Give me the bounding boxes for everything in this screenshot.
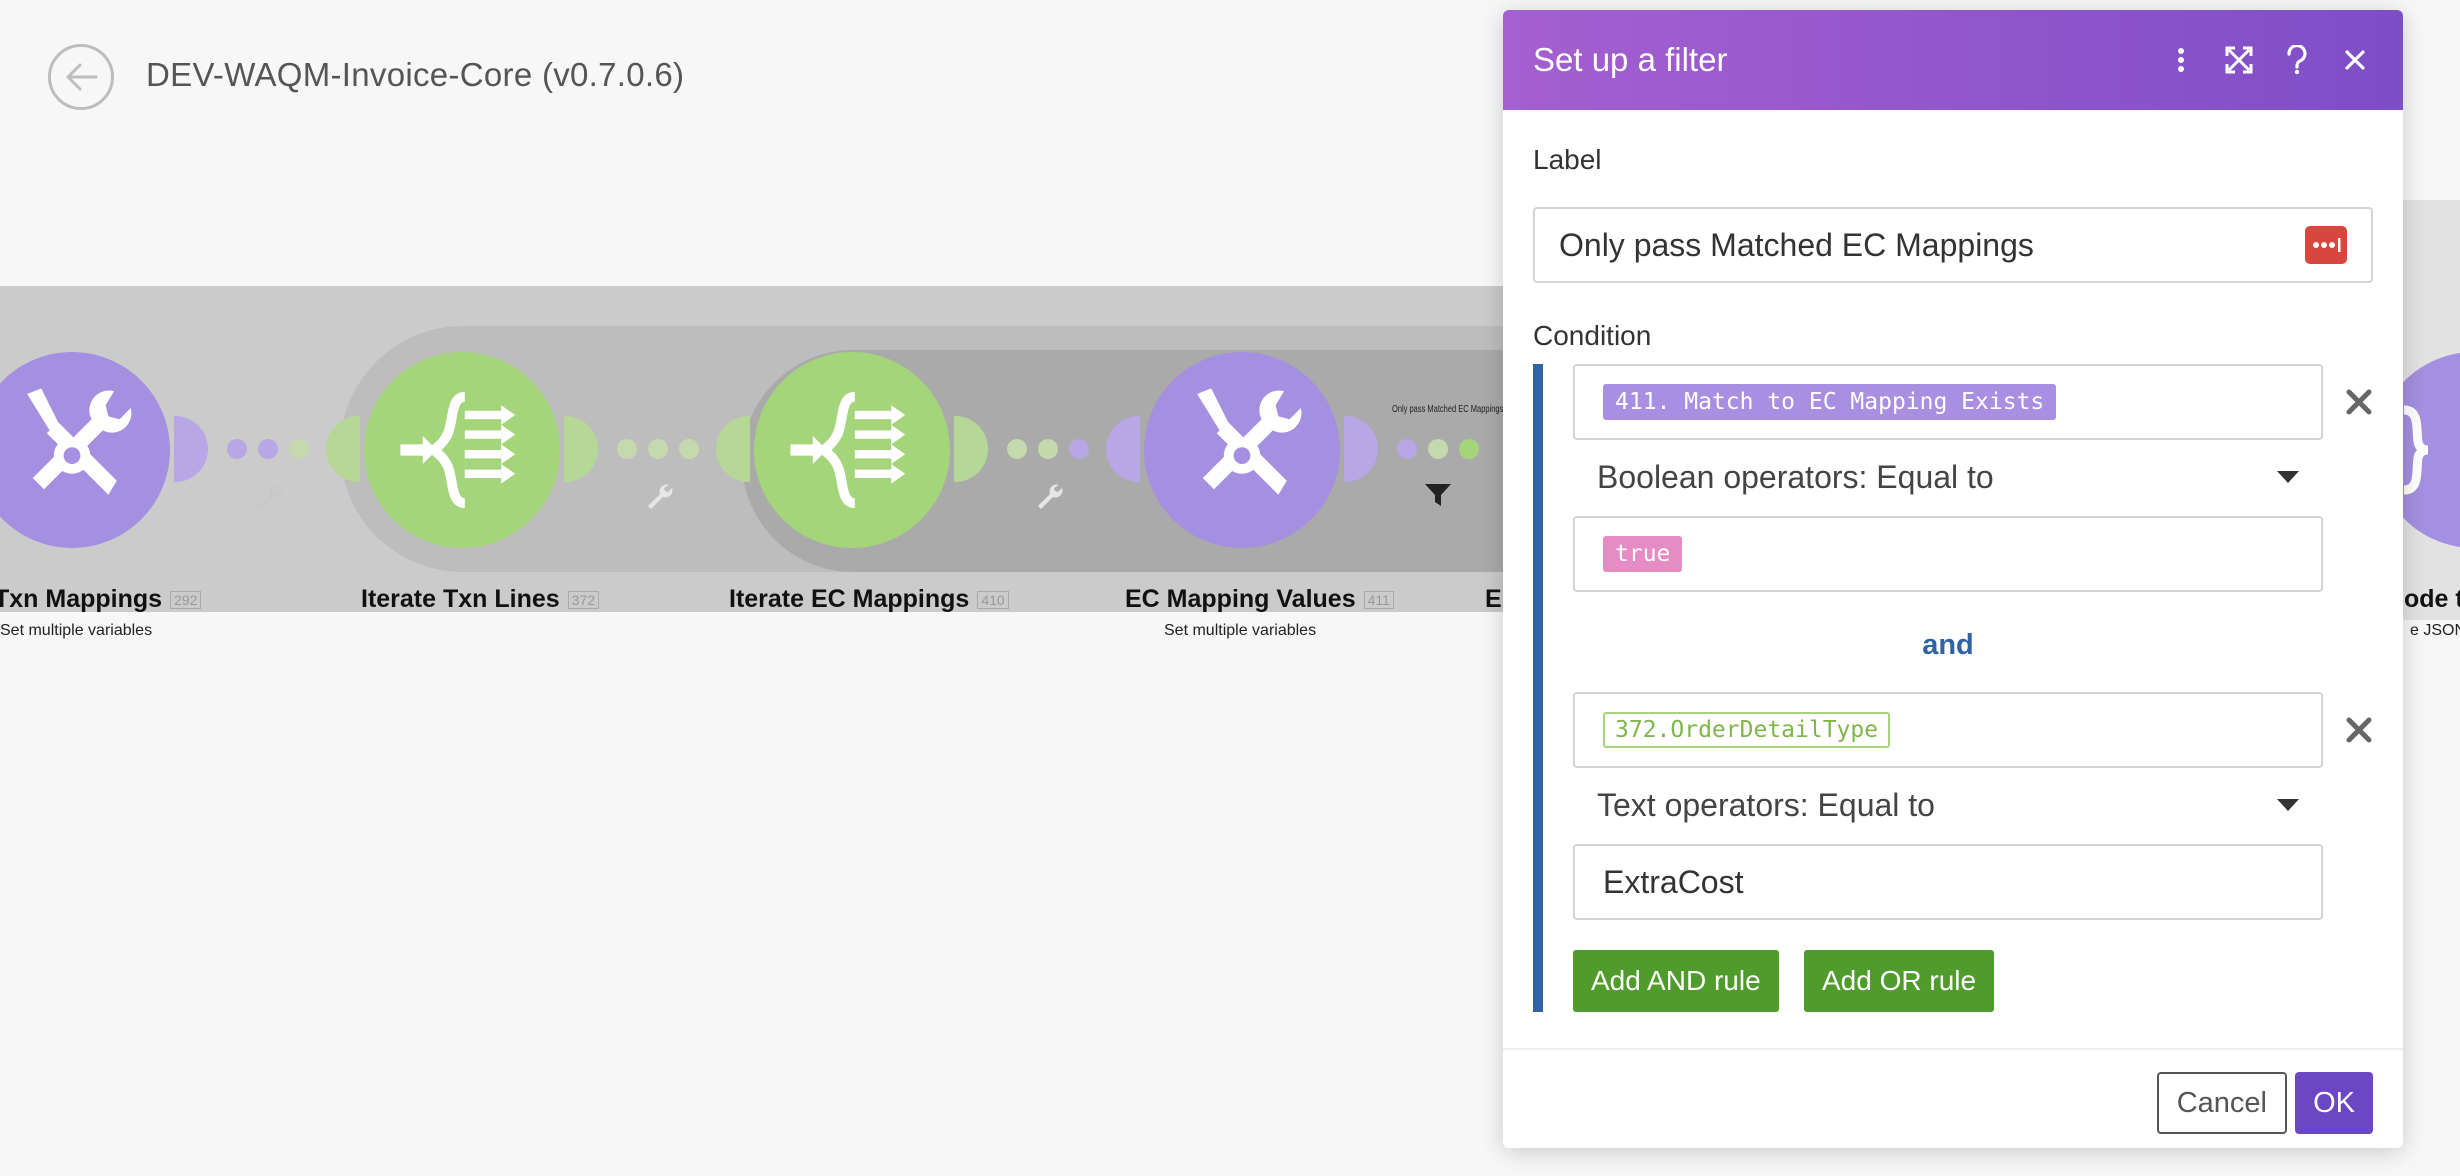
module-subtitle-partial: e JSON [2410,622,2460,639]
chevron-down-icon [2277,799,2299,811]
operand-text: ExtraCost [1603,863,1744,900]
rule-1-operand-a[interactable]: 411. Match to EC Mapping Exists [1573,364,2323,440]
connector-dot [258,439,278,459]
operator-label: Text operators: Equal to [1597,786,1935,823]
mapped-variable-pill[interactable]: 411. Match to EC Mapping Exists [1603,384,2057,420]
rule-2-operand-b[interactable]: ExtraCost [1573,844,2323,920]
mapping-toggle-button[interactable] [2305,226,2347,264]
module-subtitle: Set multiple variables [0,622,153,639]
wrench-icon[interactable] [255,482,285,512]
ok-button[interactable]: OK [2295,1072,2373,1134]
connector-dot [1069,439,1089,459]
rule-2-operand-a[interactable]: 372.OrderDetailType [1573,692,2323,768]
module-id: 411 [1363,591,1394,610]
module-label-partial: ode t [2404,585,2460,613]
tools-icon [27,388,132,495]
dialog-body: Label Only pass Matched EC Mappings Cond… [1503,110,2403,1048]
dialog-header: Set up a filter [1503,10,2403,110]
close-icon[interactable] [2337,42,2373,78]
iterator-icon [400,391,516,509]
mapped-variable-pill[interactable]: 372.OrderDetailType [1603,712,1891,748]
connector-dot [1007,439,1027,459]
module-id: 410 [977,591,1009,610]
module-label-partial: E [1485,585,1502,613]
module-subtitle: Set multiple variables [1164,622,1317,639]
rule-1-operator-select[interactable]: Boolean operators: Equal to [1573,447,2323,507]
condition-group-bar [1533,364,1543,1012]
add-and-rule-button[interactable]: Add AND rule [1573,950,1779,1012]
condition-heading: Condition [1533,320,1652,351]
remove-rule-1-button[interactable] [2339,382,2379,422]
module-label: Iterate EC Mappings 410 [729,585,1009,614]
iterator-icon [790,391,906,509]
connector-dot [1459,439,1479,459]
back-button[interactable] [48,44,114,110]
module-iterate-ec-mappings[interactable] [754,352,950,548]
close-icon [2346,389,2372,415]
module-id: 372 [567,591,600,610]
connector-dot [648,439,668,459]
module-ec-mapping-values[interactable] [1144,352,1340,548]
module-id: 292 [170,591,202,610]
braces-icon [2403,405,2429,495]
connector-dot [1038,439,1058,459]
remove-rule-2-button[interactable] [2339,710,2379,750]
filter-mini-label: Only pass Matched EC Mappings [1392,404,1504,415]
wrench-icon[interactable] [1035,482,1065,512]
filter-icon[interactable] [1424,482,1452,508]
label-input[interactable]: Only pass Matched EC Mappings [1533,207,2373,283]
dialog-title: Set up a filter [1533,41,1728,78]
expand-icon[interactable] [2221,42,2257,78]
more-options-icon[interactable] [2163,42,2199,78]
add-or-rule-button[interactable]: Add OR rule [1804,950,1995,1012]
dialog-footer: Cancel OK [1503,1048,2403,1148]
connector-dot [679,439,699,459]
module-label: Txn Mappings 292 [0,585,202,614]
label-heading: Label [1533,144,1602,175]
tools-icon [1197,388,1302,495]
scenario-title: DEV-WAQM-Invoice-Core (v0.7.0.6) [146,56,685,93]
rule-2-operator-select[interactable]: Text operators: Equal to [1573,775,2323,835]
connector-dot [1428,439,1448,459]
wrench-icon[interactable] [645,482,675,512]
filter-dialog: Set up a filter Label Only pass Matched … [1503,10,2403,1148]
ellipsis-icon [2313,238,2341,252]
module-label: EC Mapping Values 411 [1125,585,1394,614]
keyword-pill[interactable]: true [1603,536,1683,572]
connector-dot [1397,439,1417,459]
help-icon[interactable] [2279,42,2315,78]
module-iterate-txn-lines[interactable] [364,352,560,548]
close-icon [2346,717,2372,743]
operator-label: Boolean operators: Equal to [1597,458,1994,495]
arrow-left-icon [66,63,98,91]
and-connector-label: and [1922,629,1974,661]
rule-1-operand-b[interactable]: true [1573,516,2323,592]
module-label: Iterate Txn Lines 372 [361,585,600,614]
cancel-button[interactable]: Cancel [2156,1072,2287,1134]
connector-dot [289,439,309,459]
connector-dot [617,439,637,459]
chevron-down-icon [2277,471,2299,483]
label-input-value: Only pass Matched EC Mappings [1559,226,2034,263]
connector-dot [227,439,247,459]
